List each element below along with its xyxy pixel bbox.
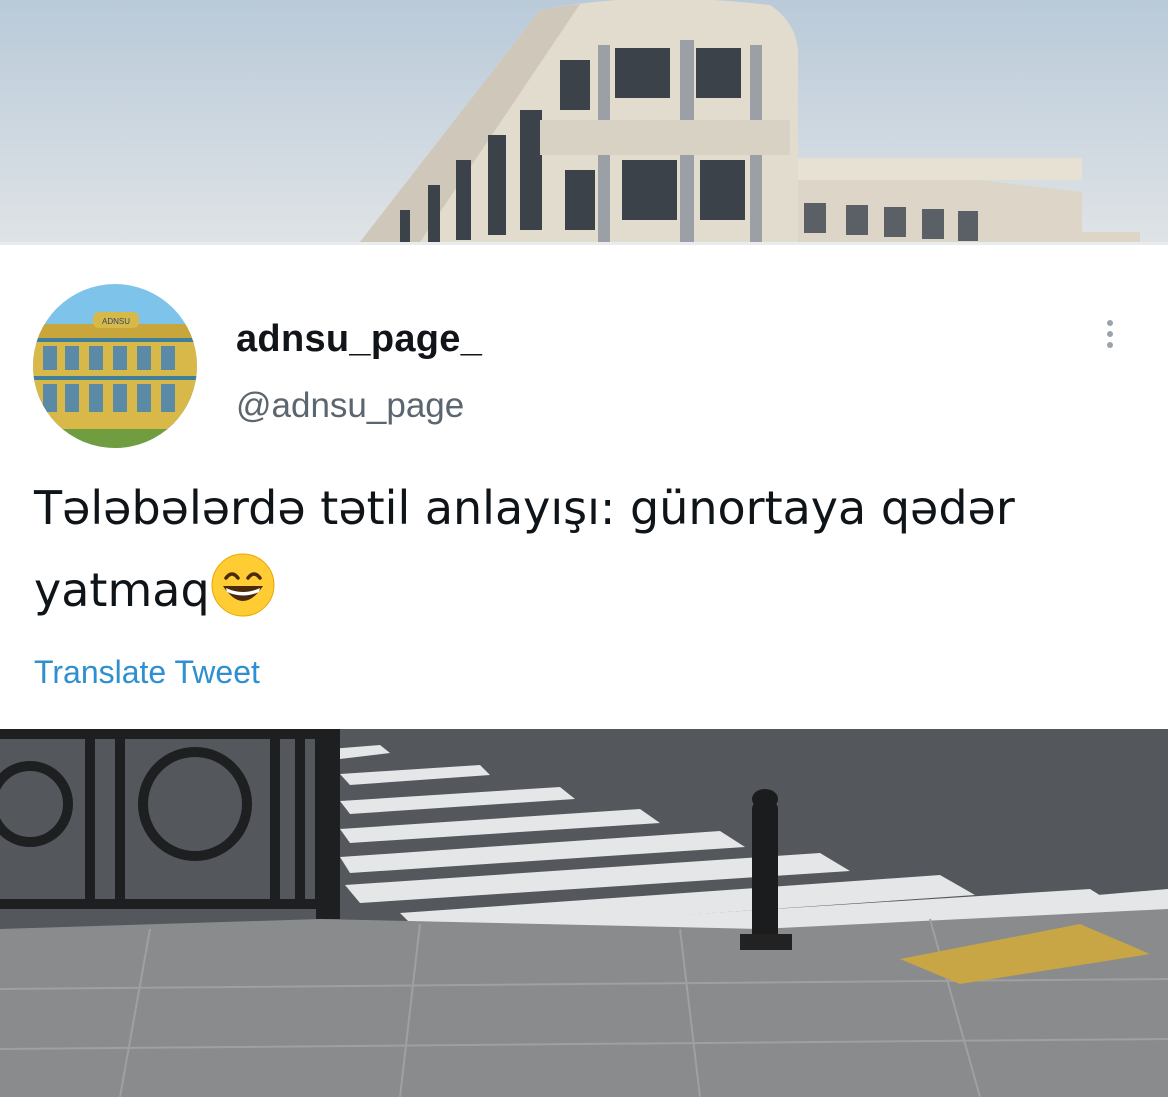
building-illustration: [0, 0, 1168, 242]
street-illustration: [0, 729, 1168, 1097]
background-photo-building: [0, 0, 1168, 242]
avatar[interactable]: ADNSU: [33, 284, 197, 448]
background-photo-street: [0, 729, 1168, 1097]
grinning-squinting-face-emoji: [211, 553, 275, 617]
user-handle[interactable]: @adnsu_page: [236, 386, 464, 426]
tweet-body: Tələbələrdə tətil anlayışı: günortaya qə…: [34, 481, 1015, 617]
more-dots-icon[interactable]: [1096, 312, 1124, 356]
avatar-sign-text: ADNSU: [102, 317, 130, 326]
display-name[interactable]: adnsu_page_: [236, 318, 482, 361]
tweet-text: Tələbələrdə tətil anlayışı: günortaya qə…: [34, 467, 1134, 631]
avatar-building-image: ADNSU: [33, 284, 197, 448]
menu-dot: [1107, 331, 1113, 337]
menu-dot: [1107, 342, 1113, 348]
menu-dot: [1107, 320, 1113, 326]
translate-tweet-link[interactable]: Translate Tweet: [34, 654, 260, 691]
